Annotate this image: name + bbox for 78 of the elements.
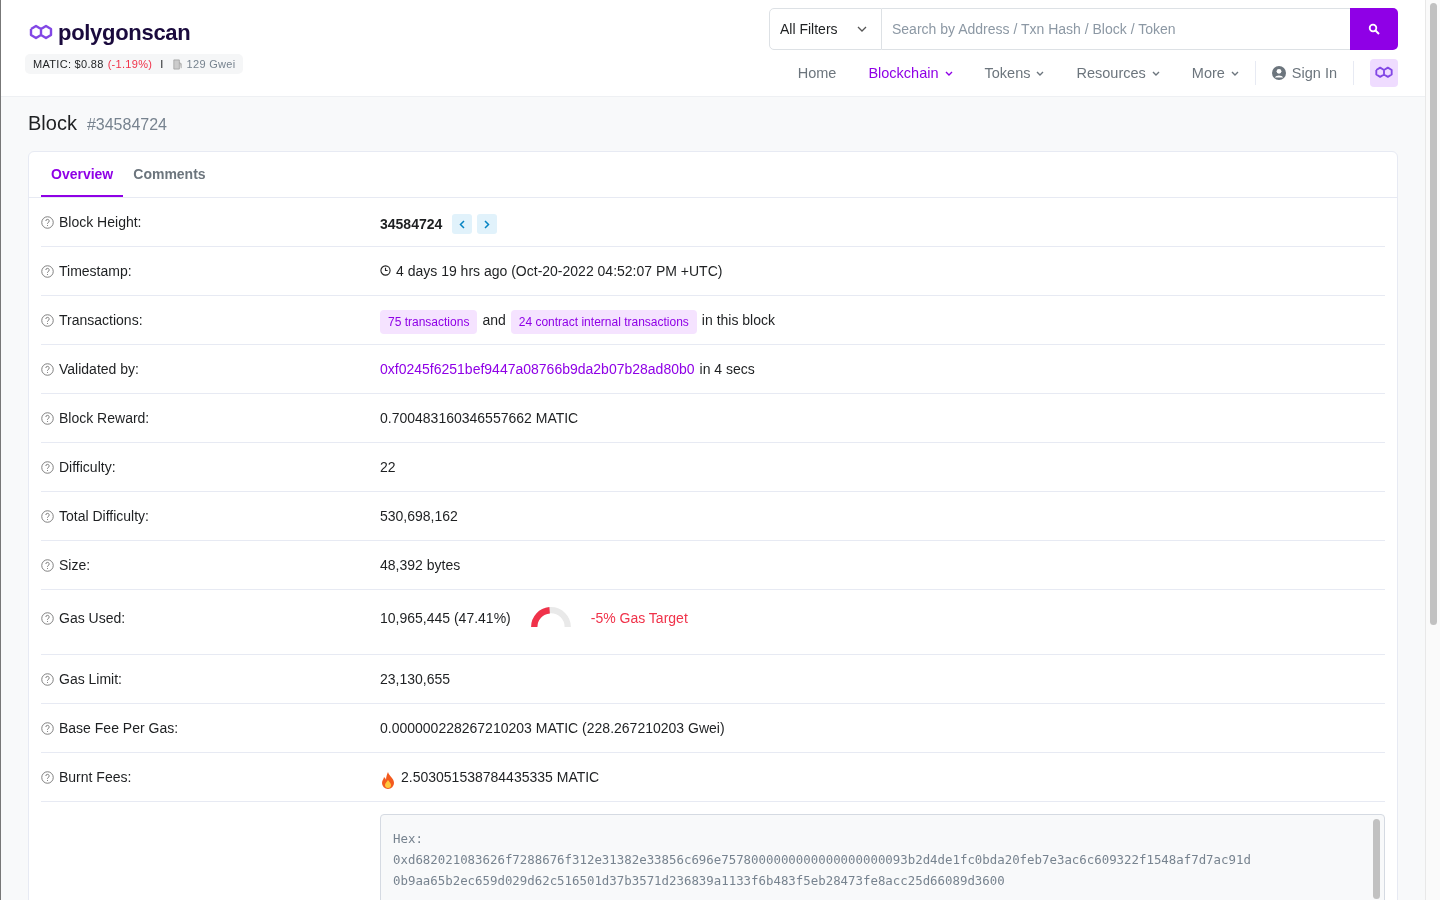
field-value: 4 days 19 hrs ago (Oct-20-2022 04:52:07 PM +UTC) — [396, 263, 723, 279]
search-field[interactable]: Search by Address / Txn Hash / Block / Token — [882, 8, 1350, 50]
internal-transactions-link[interactable]: 24 contract internal transactions — [510, 310, 697, 334]
help-icon[interactable] — [41, 412, 54, 425]
gas-price[interactable]: 129 Gwei — [186, 58, 236, 70]
field-value: in 4 secs — [699, 361, 755, 377]
nav-link[interactable]: More — [1175, 65, 1255, 81]
chevron-icon — [857, 26, 867, 32]
gas-target: -5% Gas Target — [590, 610, 688, 626]
next-block-button[interactable] — [477, 214, 498, 234]
price-change: (-1.19%) — [107, 58, 153, 70]
logo[interactable]: polygonscan — [28, 20, 244, 46]
validator-address-link[interactable]: 0xf0245f6251bef9447a08766b9da2b07b28ad80b0 — [380, 361, 695, 377]
search-button[interactable] — [1350, 8, 1398, 50]
field-value: 0.000000228267210203 MATIC (228.267210203 Gwei) — [380, 720, 725, 736]
field-value: 34584724 — [380, 216, 443, 232]
filter-dropdown[interactable]: All Filters — [769, 8, 882, 50]
field-label: Base Fee Per Gas: — [59, 720, 179, 736]
block-number: #34584724 — [86, 116, 167, 134]
chevron-left-icon — [459, 219, 466, 229]
field-value: 530,698,162 — [380, 508, 458, 524]
separator-text: I — [160, 58, 164, 70]
field-value: 48,392 bytes — [380, 557, 461, 573]
nav-link[interactable]: Tokens — [968, 65, 1061, 81]
help-icon[interactable] — [41, 559, 54, 572]
field-label: Block Height: — [59, 214, 142, 230]
field-value: in this block — [701, 312, 775, 328]
field-label: Validated by: — [59, 361, 139, 377]
page-scrollbar[interactable] — [1429, 3, 1437, 625]
help-icon[interactable] — [41, 612, 54, 625]
field-value: 23,130,655 — [380, 671, 451, 687]
help-icon[interactable] — [41, 363, 54, 376]
network-button[interactable] — [1370, 59, 1398, 87]
fire-icon — [380, 771, 396, 789]
field-label: Total Difficulty: — [59, 508, 149, 524]
user-icon — [1271, 66, 1286, 80]
hex-line: 0xd682021083626f7288676f312e31382e33856c696e7578000000000000000000093b2d4de1fc0bda20feb7e3ac6c609322f1548af7d7ac91d — [393, 851, 1252, 869]
nav-link[interactable]: Resources — [1060, 65, 1176, 81]
field-value: and — [482, 312, 506, 328]
field-value: 0.700483160346557662 MATIC — [380, 410, 579, 426]
price-text: MATIC: $0.88 — [33, 58, 104, 70]
nav-link[interactable]: Blockchain — [852, 65, 969, 81]
gas-gauge — [529, 606, 572, 628]
page-title: Block — [28, 112, 77, 135]
field-label: Size: — [59, 557, 91, 573]
transactions-link[interactable]: 75 transactions — [380, 310, 478, 334]
polygon-logo-icon — [1374, 65, 1394, 81]
help-icon[interactable] — [41, 722, 54, 735]
field-label: Burnt Fees: — [59, 769, 132, 785]
chevron-right-icon — [484, 219, 491, 229]
previous-block-button[interactable] — [452, 214, 473, 234]
scrollbar-thumb[interactable] — [1373, 819, 1380, 899]
field-value: 2.503051538784435335 MATIC — [401, 769, 600, 785]
gas-pump-icon — [171, 58, 183, 70]
field-value: 10,965,445 (47.41%) — [380, 610, 511, 626]
clock-icon — [380, 265, 391, 276]
tab[interactable]: Overview — [41, 152, 124, 197]
hex-line: Hex: — [393, 830, 424, 848]
help-icon[interactable] — [41, 771, 54, 784]
field-label: Transactions: — [59, 312, 143, 328]
field-value: 22 — [380, 459, 396, 475]
field-label: Block Reward: — [59, 410, 150, 426]
field-label: Gas Used: — [59, 610, 126, 626]
help-icon[interactable] — [41, 673, 54, 686]
sign-in-link[interactable]: Sign In — [1255, 65, 1353, 81]
search-icon — [1368, 23, 1380, 35]
nav-link[interactable]: Home — [781, 65, 853, 81]
help-icon[interactable] — [41, 314, 54, 327]
help-icon[interactable] — [41, 265, 54, 278]
help-icon[interactable] — [41, 461, 54, 474]
tab[interactable]: Comments — [123, 152, 216, 197]
logo-text: polygonscan — [58, 20, 191, 46]
field-label: Gas Limit: — [59, 671, 122, 687]
field-label: Difficulty: — [59, 459, 116, 475]
help-icon[interactable] — [41, 510, 54, 523]
help-icon[interactable] — [41, 216, 54, 229]
hex-line: 0b9aa65b2ec659d029d62c516501d37b3571d236839a1133f6b483f5eb28473fe8acc25d66089d3600 — [393, 872, 1006, 890]
field-label: Timestamp: — [59, 263, 132, 279]
